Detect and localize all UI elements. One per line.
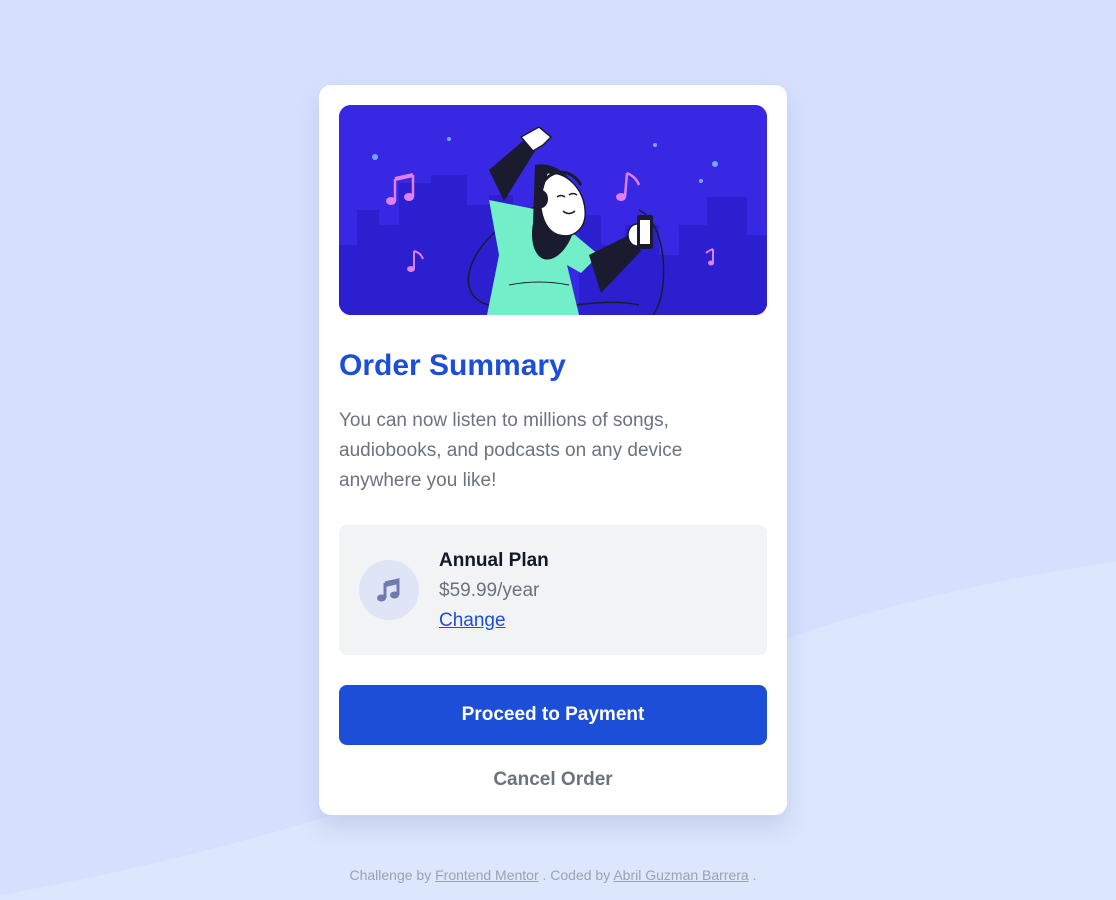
proceed-to-payment-button[interactable]: Proceed to Payment bbox=[339, 685, 767, 745]
hero-illustration bbox=[339, 105, 767, 315]
challenge-prefix: Challenge by bbox=[349, 867, 432, 883]
plan-price: $59.99/year bbox=[439, 580, 540, 601]
attribution-footer: Challenge by Frontend Mentor . Coded by … bbox=[0, 867, 1106, 883]
plan-name: Annual Plan bbox=[439, 550, 549, 571]
music-note-icon bbox=[359, 560, 419, 620]
author-link[interactable]: Abril Guzman Barrera bbox=[613, 867, 748, 883]
order-summary-card: Order Summary You can now listen to mill… bbox=[319, 85, 787, 815]
plan-box: Annual Plan $59.99/year Change bbox=[339, 525, 767, 655]
change-plan-link[interactable]: Change bbox=[439, 609, 506, 633]
footer-suffix: . bbox=[752, 867, 757, 883]
page-title: Order Summary bbox=[339, 349, 566, 382]
frontend-mentor-link[interactable]: Frontend Mentor bbox=[435, 867, 539, 883]
coded-prefix: . Coded by bbox=[542, 867, 611, 883]
cancel-order-button[interactable]: Cancel Order bbox=[339, 765, 767, 795]
summary-description: You can now listen to millions of songs,… bbox=[339, 410, 683, 491]
